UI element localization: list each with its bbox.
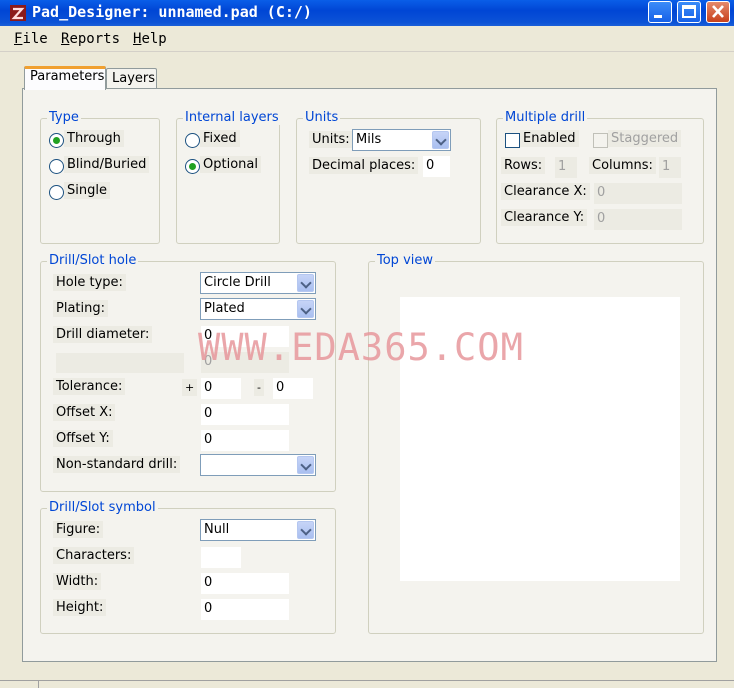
top-view-legend: Top view bbox=[375, 253, 436, 268]
status-bar bbox=[0, 680, 734, 688]
menu-help[interactable]: Help bbox=[133, 31, 167, 47]
radio-through[interactable] bbox=[49, 133, 64, 148]
figure-value: Null bbox=[204, 522, 230, 537]
clearance-y-label: Clearance Y: bbox=[501, 209, 588, 226]
nonstandard-drill-select[interactable] bbox=[200, 454, 316, 476]
drill-slot-hole-legend: Drill/Slot hole bbox=[47, 253, 139, 268]
fixed-label: Fixed bbox=[200, 130, 240, 147]
minimize-button[interactable] bbox=[648, 1, 672, 23]
chevron-down-icon bbox=[297, 274, 314, 292]
tolerance-label: Tolerance: bbox=[53, 378, 126, 395]
chevron-down-icon bbox=[297, 300, 314, 318]
offset-x-label: Offset X: bbox=[53, 404, 116, 421]
columns-label: Columns: bbox=[589, 157, 656, 174]
plating-value: Plated bbox=[204, 301, 245, 316]
app-icon bbox=[10, 5, 26, 21]
menu-file[interactable]: File bbox=[14, 31, 48, 47]
clearance-x-label: Clearance X: bbox=[501, 183, 590, 200]
multiple-drill-legend: Multiple drill bbox=[503, 110, 588, 125]
internal-layers-legend: Internal layers bbox=[183, 110, 281, 125]
tolerance-plus-sign: + bbox=[182, 379, 198, 396]
height-input[interactable]: 0 bbox=[201, 599, 289, 620]
columns-input[interactable]: 1 bbox=[659, 157, 681, 178]
window-title: Pad_Designer: unnamed.pad (C:/) bbox=[32, 3, 312, 21]
offset-y-label: Offset Y: bbox=[53, 430, 113, 447]
units-label: Units: bbox=[309, 131, 353, 148]
plating-label: Plating: bbox=[53, 300, 108, 317]
offset-y-input[interactable]: 0 bbox=[201, 430, 289, 451]
decimal-places-input[interactable]: 0 bbox=[423, 156, 450, 177]
watermark-text: WWW.EDA365.COM bbox=[198, 326, 524, 369]
staggered-label: Staggered bbox=[608, 130, 682, 147]
minimize-icon bbox=[654, 15, 662, 18]
close-button[interactable] bbox=[706, 1, 730, 23]
title-bar: Pad_Designer: unnamed.pad (C:/) bbox=[0, 0, 734, 26]
drill-diameter-label: Drill diameter: bbox=[53, 326, 153, 343]
figure-select[interactable]: Null bbox=[200, 519, 316, 541]
type-legend: Type bbox=[47, 110, 81, 125]
chevron-down-icon bbox=[297, 456, 314, 474]
radio-fixed[interactable] bbox=[185, 133, 200, 148]
tolerance-plus-input[interactable]: 0 bbox=[201, 378, 241, 399]
menu-reports[interactable]: Reports bbox=[61, 31, 120, 47]
radio-blind-buried[interactable] bbox=[49, 159, 64, 174]
hole-type-select[interactable]: Circle Drill bbox=[200, 272, 316, 294]
units-value: Mils bbox=[356, 132, 382, 147]
blind-buried-label: Blind/Buried bbox=[64, 156, 150, 173]
units-select[interactable]: Mils bbox=[352, 129, 451, 151]
nonstandard-drill-label: Non-standard drill: bbox=[53, 456, 181, 473]
height-label: Height: bbox=[53, 599, 107, 616]
tolerance-minus-input[interactable]: 0 bbox=[273, 378, 313, 399]
single-label: Single bbox=[64, 182, 110, 199]
tolerance-minus-sign: - bbox=[254, 379, 264, 396]
menu-bar: File Reports Help bbox=[0, 26, 734, 52]
characters-label: Characters: bbox=[53, 547, 135, 564]
width-input[interactable]: 0 bbox=[201, 573, 289, 594]
maximize-icon bbox=[682, 5, 696, 18]
figure-label: Figure: bbox=[53, 521, 104, 538]
hole-type-value: Circle Drill bbox=[204, 275, 271, 290]
clearance-y-input[interactable]: 0 bbox=[594, 209, 682, 230]
tab-parameters[interactable]: Parameters bbox=[24, 66, 106, 90]
maximize-button[interactable] bbox=[677, 1, 701, 23]
enabled-label: Enabled bbox=[520, 130, 579, 147]
plating-select[interactable]: Plated bbox=[200, 298, 316, 320]
through-label: Through bbox=[64, 130, 124, 147]
offset-x-input[interactable]: 0 bbox=[201, 404, 289, 425]
close-icon bbox=[712, 5, 724, 18]
optional-label: Optional bbox=[200, 156, 261, 173]
slot-label-placeholder bbox=[56, 353, 184, 373]
hole-type-label: Hole type: bbox=[53, 274, 126, 291]
radio-optional[interactable] bbox=[185, 159, 200, 174]
chevron-down-icon bbox=[297, 521, 314, 539]
staggered-checkbox[interactable] bbox=[593, 133, 608, 148]
clearance-x-input[interactable]: 0 bbox=[594, 183, 682, 204]
characters-input[interactable] bbox=[201, 547, 241, 568]
units-legend: Units bbox=[303, 110, 341, 125]
tab-layers[interactable]: Layers bbox=[106, 68, 157, 90]
radio-single[interactable] bbox=[49, 185, 64, 200]
rows-input[interactable]: 1 bbox=[555, 157, 577, 178]
status-bar-divider bbox=[38, 681, 39, 688]
enabled-checkbox[interactable] bbox=[505, 133, 520, 148]
rows-label: Rows: bbox=[501, 157, 546, 174]
width-label: Width: bbox=[53, 573, 102, 590]
decimal-places-label: Decimal places: bbox=[309, 157, 419, 174]
drill-slot-symbol-legend: Drill/Slot symbol bbox=[47, 500, 158, 515]
chevron-down-icon bbox=[432, 131, 449, 149]
